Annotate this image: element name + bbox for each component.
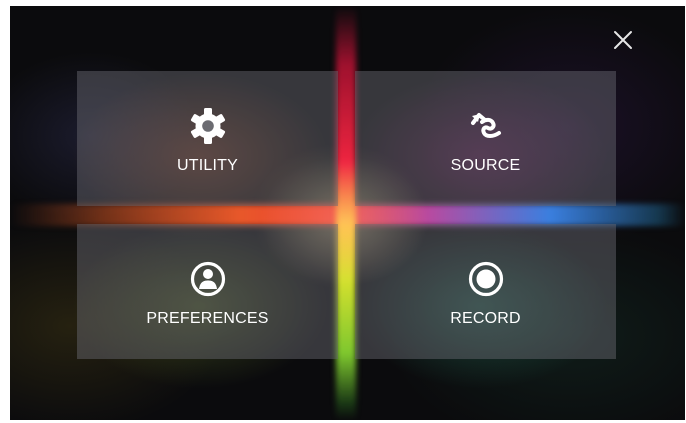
close-button[interactable]	[612, 29, 634, 51]
record-button[interactable]: RECORD	[355, 224, 616, 359]
source-label: SOURCE	[450, 157, 521, 174]
record-icon	[466, 259, 506, 299]
source-button[interactable]: SOURCE	[355, 71, 616, 206]
main-menu-screen: UTILITY SOURCE PREFERENCES RECORD	[10, 6, 685, 420]
gear-icon	[188, 106, 228, 146]
utility-label: UTILITY	[177, 157, 238, 174]
user-circle-icon	[188, 259, 228, 299]
record-label: RECORD	[450, 310, 521, 327]
utility-button[interactable]: UTILITY	[77, 71, 338, 206]
preferences-button[interactable]: PREFERENCES	[77, 224, 338, 359]
preferences-label: PREFERENCES	[146, 310, 269, 327]
close-icon	[614, 31, 632, 49]
source-cable-icon	[466, 106, 506, 146]
